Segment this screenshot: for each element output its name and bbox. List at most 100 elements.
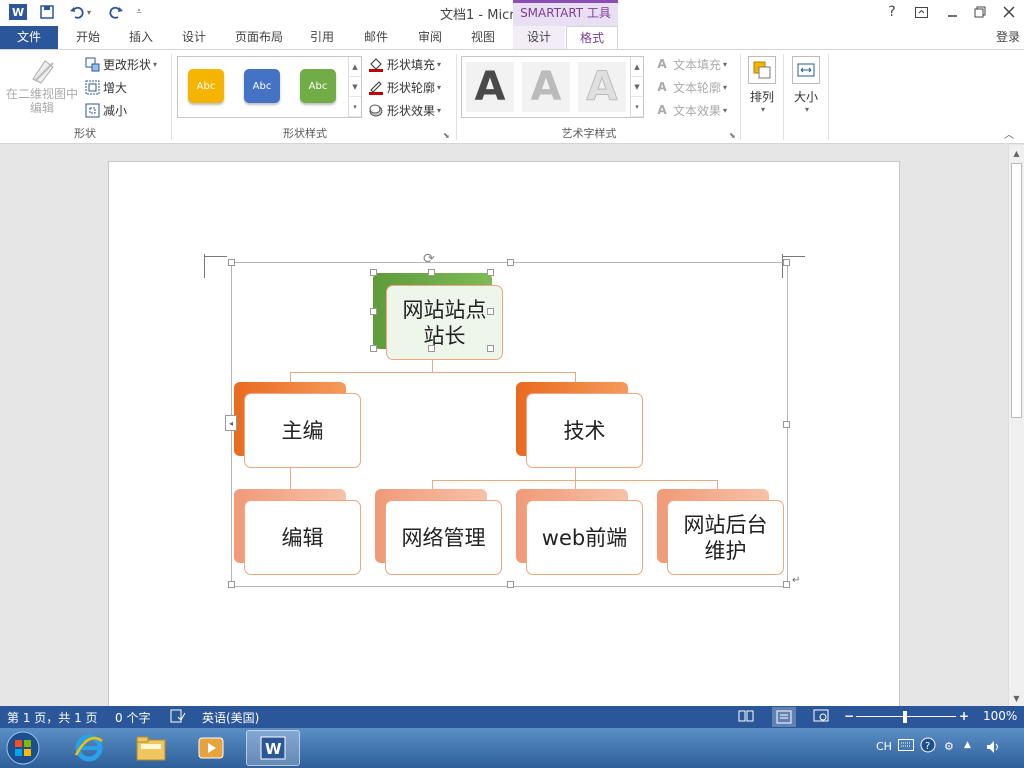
- gallery-more-icon[interactable]: ▾: [631, 97, 643, 117]
- edit-in-2d-button[interactable]: 在二维视图中编辑: [5, 55, 79, 115]
- restore-icon[interactable]: [969, 2, 991, 22]
- vertical-scrollbar[interactable]: ▲ ▼: [1008, 145, 1024, 706]
- margin-mark: [204, 254, 205, 278]
- larger-button[interactable]: 增大: [84, 77, 127, 97]
- minimize-icon[interactable]: [941, 2, 963, 22]
- node-text-line: 网站站点: [402, 297, 487, 322]
- resize-handle[interactable]: [370, 308, 377, 315]
- scroll-thumb[interactable]: [1011, 163, 1022, 418]
- arrange-button[interactable]: 排列 ▾: [742, 56, 782, 114]
- resize-handle[interactable]: [507, 259, 514, 266]
- resize-handle[interactable]: [370, 345, 377, 352]
- help-icon[interactable]: ?: [881, 2, 903, 22]
- resize-handle[interactable]: [487, 345, 494, 352]
- tab-smartart-format[interactable]: 格式: [566, 26, 618, 49]
- ribbon-display-icon[interactable]: [910, 2, 932, 22]
- resize-handle[interactable]: [783, 421, 790, 428]
- shape-outline-button[interactable]: 形状轮廓 ▾: [368, 77, 441, 97]
- gallery-more-icon[interactable]: ▾: [349, 97, 361, 117]
- resize-handle[interactable]: [228, 581, 235, 588]
- shape-fill-button[interactable]: 形状填充 ▾: [368, 54, 441, 74]
- group-divider: [740, 54, 741, 140]
- tab-smartart-design[interactable]: 设计: [513, 26, 565, 49]
- wordart-style-dark[interactable]: A: [466, 62, 514, 112]
- shape-effects-button[interactable]: 形状效果 ▾: [368, 100, 441, 120]
- resize-handle[interactable]: [487, 308, 494, 315]
- shape-styles-launcher-icon[interactable]: ⬊: [443, 131, 450, 140]
- zoom-level[interactable]: 100%: [983, 709, 1017, 723]
- zoom-slider-thumb[interactable]: [903, 711, 907, 723]
- group-divider: [828, 54, 829, 140]
- text-outline-button[interactable]: A 文本轮廓 ▾: [654, 77, 727, 97]
- scroll-down-icon[interactable]: ▼: [631, 77, 643, 97]
- scroll-up-icon[interactable]: ▲: [1009, 146, 1024, 160]
- scroll-up-icon[interactable]: ▲: [349, 57, 361, 77]
- read-mode-icon[interactable]: [738, 709, 754, 726]
- word-count[interactable]: 0 个字: [115, 709, 150, 726]
- resize-handle[interactable]: [228, 259, 235, 266]
- resize-handle[interactable]: [507, 581, 514, 588]
- wordart-style-outline[interactable]: A: [578, 62, 626, 112]
- smartart-frame[interactable]: 网站站点 站长 ⟳ 主编 技术 编辑 网络管理 web前端 网站后台 维护 ◂ …: [225, 251, 800, 588]
- zoom-in-icon[interactable]: +: [959, 709, 969, 723]
- wordart-style-gray[interactable]: A: [522, 62, 570, 112]
- resize-handle[interactable]: [487, 269, 494, 276]
- size-button[interactable]: 大小 ▾: [786, 56, 826, 114]
- media-player-icon[interactable]: [184, 730, 238, 766]
- tab-references[interactable]: 引用: [300, 26, 344, 49]
- scroll-up-icon[interactable]: ▲: [631, 57, 643, 77]
- proofing-icon[interactable]: [170, 709, 186, 726]
- text-effects-button[interactable]: A 文本效果 ▾: [654, 100, 727, 120]
- shape-style-gold[interactable]: Abc: [188, 69, 224, 103]
- tab-mailings[interactable]: 邮件: [354, 26, 398, 49]
- wordart-styles-gallery[interactable]: A A A ▲ ▼ ▾: [461, 56, 644, 118]
- smaller-button[interactable]: 减小: [84, 100, 127, 120]
- tab-view[interactable]: 视图: [461, 26, 505, 49]
- org-node-label: 网络管理: [385, 500, 502, 575]
- tab-design[interactable]: 设计: [172, 26, 216, 49]
- word-taskbar-icon[interactable]: W: [246, 730, 300, 766]
- print-layout-icon[interactable]: [772, 707, 796, 727]
- shape-style-green[interactable]: Abc: [300, 69, 336, 103]
- input-language[interactable]: CH: [876, 740, 892, 753]
- tab-review[interactable]: 审阅: [408, 26, 452, 49]
- tab-home[interactable]: 开始: [66, 26, 110, 49]
- resize-handle[interactable]: [783, 259, 790, 266]
- ime-settings-icon[interactable]: ⚙: [944, 740, 954, 753]
- show-hidden-icons-icon[interactable]: ▲: [964, 740, 971, 750]
- wordart-launcher-icon[interactable]: ⬊: [729, 131, 736, 140]
- keyboard-icon[interactable]: [898, 739, 914, 754]
- wordart-styles-scroll[interactable]: ▲ ▼ ▾: [630, 57, 643, 117]
- volume-icon[interactable]: [986, 740, 1002, 757]
- close-icon[interactable]: [998, 2, 1020, 22]
- web-layout-icon[interactable]: [813, 709, 829, 726]
- resize-handle[interactable]: [428, 345, 435, 352]
- resize-handle[interactable]: [428, 269, 435, 276]
- help-tray-icon[interactable]: ?: [920, 737, 936, 756]
- text-fill-button[interactable]: A 文本填充 ▾: [654, 54, 727, 74]
- collapse-ribbon-icon[interactable]: ︿: [1004, 126, 1014, 141]
- language-indicator[interactable]: 英语(美国): [202, 709, 259, 726]
- change-shape-button[interactable]: 更改形状 ▾: [84, 54, 157, 74]
- tab-insert[interactable]: 插入: [119, 26, 163, 49]
- page-count[interactable]: 第 1 页，共 1 页: [7, 709, 98, 726]
- ie-icon[interactable]: [62, 730, 116, 766]
- sign-in-link[interactable]: 登录: [996, 26, 1020, 48]
- zoom-out-icon[interactable]: −: [844, 709, 854, 723]
- scroll-down-icon[interactable]: ▼: [349, 77, 361, 97]
- start-orb[interactable]: [2, 730, 44, 766]
- resize-handle[interactable]: [783, 581, 790, 588]
- smartart-tools-header: SMARTART 工具: [513, 0, 618, 26]
- shape-styles-gallery[interactable]: Abc Abc Abc ▲ ▼ ▾: [177, 56, 362, 118]
- text-pane-toggle-icon[interactable]: ◂: [225, 415, 237, 431]
- shape-styles-scroll[interactable]: ▲ ▼ ▾: [348, 57, 361, 117]
- tab-page-layout[interactable]: 页面布局: [228, 26, 290, 49]
- explorer-icon[interactable]: [124, 730, 178, 766]
- shape-style-blue[interactable]: Abc: [244, 69, 280, 103]
- change-shape-icon: [84, 56, 100, 72]
- rotate-handle-icon[interactable]: ⟳: [423, 251, 435, 267]
- tab-file[interactable]: 文件: [0, 26, 58, 49]
- scroll-down-icon[interactable]: ▼: [1009, 691, 1024, 705]
- document-page[interactable]: 网站站点 站长 ⟳ 主编 技术 编辑 网络管理 web前端 网站后台 维护 ◂ …: [108, 161, 900, 706]
- resize-handle[interactable]: [370, 269, 377, 276]
